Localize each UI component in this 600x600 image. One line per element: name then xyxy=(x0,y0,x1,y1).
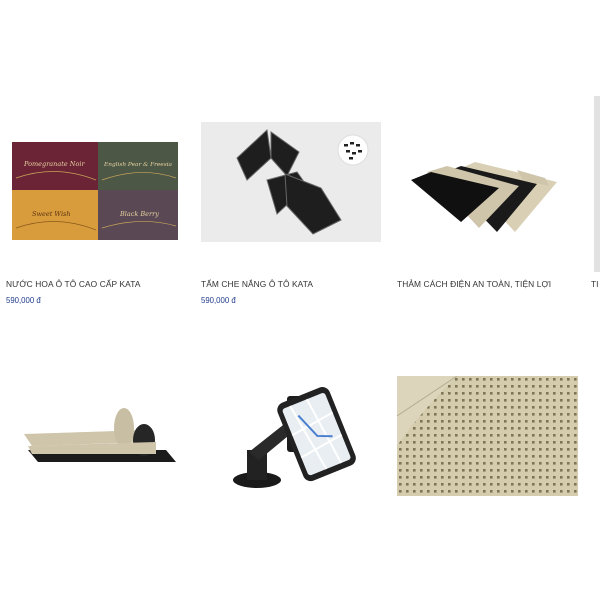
product-grid: Pomegranate Noir English Pear & Freesia … xyxy=(0,0,600,600)
box-label: English Pear & Freesia xyxy=(103,162,173,168)
product-name[interactable]: THẢM CÁCH ĐIỆN AN TOÀN, TIỆN LỢI xyxy=(397,279,551,289)
box-label: Black Berry xyxy=(119,210,159,218)
product-price: 590,000 đ xyxy=(201,296,236,305)
product-name[interactable]: TẤM CHE NẮNG Ô TÔ KATA xyxy=(201,279,313,289)
product-image[interactable] xyxy=(201,122,381,242)
product-image[interactable]: Pomegranate Noir English Pear & Freesia … xyxy=(6,122,188,242)
product-price: 590,000 đ xyxy=(6,296,41,305)
box-label: Pomegranate Noir xyxy=(23,160,85,168)
product-image[interactable] xyxy=(6,376,188,496)
product-image[interactable] xyxy=(397,376,578,496)
next-card-name-partial: TI xyxy=(591,279,599,289)
product-image[interactable] xyxy=(397,122,579,242)
product-name[interactable]: NƯỚC HOA Ô TÔ CAO CẤP KATA xyxy=(6,279,141,289)
box-label: Sweet Wish xyxy=(32,210,71,218)
product-image[interactable] xyxy=(201,376,383,496)
next-card-edge xyxy=(594,96,600,272)
